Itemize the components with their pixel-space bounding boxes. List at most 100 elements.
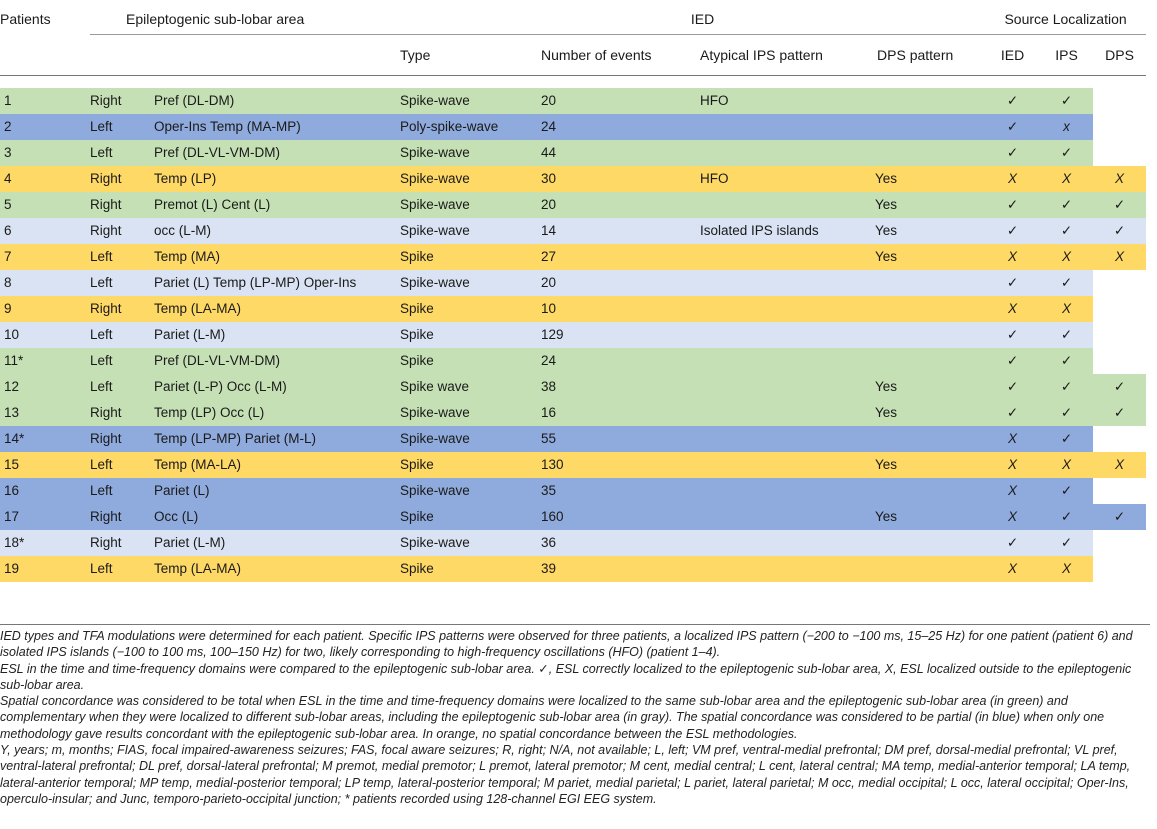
- ied-table: Patients Epileptogenic sub-lobar area IE…: [0, 4, 1147, 582]
- events-cell: 30: [541, 166, 701, 192]
- src-ips-cell: X: [1040, 244, 1094, 270]
- area-cell: Temp (MA): [154, 244, 401, 270]
- patient-cell: 14*: [0, 426, 90, 452]
- events-cell: 35: [541, 478, 701, 504]
- dps-pattern-cell: Yes: [875, 218, 986, 244]
- src-ips-cell: x: [1040, 114, 1094, 140]
- area-cell: Pariet (L-M): [154, 322, 401, 348]
- events-cell: 55: [541, 426, 701, 452]
- src-ips-cell: ✓: [1040, 192, 1094, 218]
- src-ips-cell: ✓: [1040, 322, 1094, 348]
- dps-pattern-cell: [875, 296, 986, 322]
- type-cell: Spike: [400, 296, 542, 322]
- dps-pattern-cell: [875, 88, 986, 114]
- header-epileptogenic-area: Epileptogenic sub-lobar area: [90, 4, 401, 35]
- side-cell: Left: [90, 452, 154, 478]
- events-cell: 129: [541, 322, 701, 348]
- src-ied-cell: ✓: [985, 88, 1041, 114]
- header-number-of-events: Number of events: [541, 34, 701, 76]
- src-dps-cell: [1093, 426, 1146, 452]
- type-cell: Spike: [400, 452, 542, 478]
- type-cell: Spike-wave: [400, 478, 542, 504]
- patient-cell: 4: [0, 166, 90, 192]
- src-dps-cell: ✓: [1093, 218, 1147, 244]
- atypical-ips-cell: [700, 192, 876, 218]
- header-row-top: Patients Epileptogenic sub-lobar area IE…: [0, 4, 1147, 35]
- side-cell: Right: [90, 88, 154, 114]
- dps-pattern-cell: Yes: [875, 166, 986, 192]
- patient-cell: 1: [0, 88, 90, 114]
- patient-cell: 8: [0, 270, 90, 296]
- table-row: 9 Right Temp (LA-MA) Spike 10 X X: [0, 296, 1146, 322]
- patient-cell: 5: [0, 192, 90, 218]
- events-cell: 39: [541, 556, 701, 582]
- type-cell: Poly-spike-wave: [400, 114, 542, 140]
- dps-pattern-cell: [875, 322, 986, 348]
- dps-pattern-cell: Yes: [875, 244, 986, 270]
- src-dps-cell: [1093, 556, 1146, 582]
- dps-pattern-cell: Yes: [875, 452, 986, 478]
- caption-paragraph-1: IED types and TFA modulations were deter…: [0, 629, 1133, 660]
- src-dps-cell: [1093, 478, 1146, 504]
- area-cell: Pariet (L) Temp (LP-MP) Oper-Ins: [154, 270, 401, 296]
- src-dps-cell: [1093, 530, 1146, 556]
- src-dps-cell: [1093, 296, 1146, 322]
- patient-cell: 3: [0, 140, 90, 166]
- patient-cell: 13: [0, 400, 90, 426]
- table-row: 12 Left Pariet (L-P) Occ (L-M) Spike wave 38…: [0, 374, 1147, 400]
- table-row: 13 Right Temp (LP) Occ (L) Spike-wave 16 Yes ✓…: [0, 400, 1147, 426]
- side-cell: Left: [90, 270, 154, 296]
- patient-cell: 18*: [0, 530, 90, 556]
- atypical-ips-cell: HFO: [700, 166, 876, 192]
- patient-cell: 17: [0, 504, 90, 530]
- area-cell: Temp (MA-LA): [154, 452, 401, 478]
- header-source-localization: Source Localization: [985, 4, 1147, 35]
- table-row: 14* Right Temp (LP-MP) Pariet (M-L) Spike-w…: [0, 426, 1146, 452]
- area-cell: Pariet (L-P) Occ (L-M): [154, 374, 401, 400]
- atypical-ips-cell: [700, 296, 876, 322]
- events-cell: 24: [541, 348, 701, 374]
- table-row: 4 Right Temp (LP) Spike-wave 30 HFO Yes X X X: [0, 166, 1147, 192]
- type-cell: Spike-wave: [400, 530, 542, 556]
- events-cell: 20: [541, 88, 701, 114]
- area-cell: Pariet (L-M): [154, 530, 401, 556]
- src-dps-cell: ✓: [1093, 400, 1147, 426]
- src-ied-cell: ✓: [985, 322, 1041, 348]
- caption-paragraph-2: ESL in the time and time-frequency domai…: [0, 661, 1132, 692]
- src-ied-cell: ✓: [985, 270, 1041, 296]
- header-atypical-ips: Atypical IPS pattern: [700, 34, 876, 76]
- patient-cell: 10: [0, 322, 90, 348]
- src-ips-cell: ✓: [1040, 504, 1094, 530]
- patient-cell: 16: [0, 478, 90, 504]
- atypical-ips-cell: [700, 426, 876, 452]
- events-cell: 38: [541, 374, 701, 400]
- table-row: 10 Left Pariet (L-M) Spike 129 ✓ ✓: [0, 322, 1146, 348]
- atypical-ips-cell: [700, 140, 876, 166]
- type-cell: Spike-wave: [400, 270, 542, 296]
- atypical-ips-cell: Isolated IPS islands: [700, 218, 876, 244]
- patient-cell: 11*: [0, 348, 90, 374]
- table-row: 7 Left Temp (MA) Spike 27 Yes X X X: [0, 244, 1147, 270]
- src-ied-cell: ✓: [985, 374, 1041, 400]
- type-cell: Spike: [400, 322, 542, 348]
- src-ied-cell: ✓: [985, 530, 1041, 556]
- src-ips-cell: ✓: [1040, 270, 1094, 296]
- src-dps-cell: [1093, 348, 1146, 374]
- side-cell: Left: [90, 114, 154, 140]
- side-cell: Right: [90, 400, 154, 426]
- table-row: 6 Right occ (L-M) Spike-wave 14 Isolated IPS …: [0, 218, 1147, 244]
- area-cell: Temp (LA-MA): [154, 296, 401, 322]
- patient-cell: 9: [0, 296, 90, 322]
- area-cell: Oper-Ins Temp (MA-MP): [154, 114, 401, 140]
- header-src-ips: IPS: [1040, 34, 1094, 76]
- atypical-ips-cell: [700, 322, 876, 348]
- src-dps-cell: ✓: [1093, 192, 1147, 218]
- type-cell: Spike-wave: [400, 88, 542, 114]
- src-ied-cell: X: [985, 166, 1041, 192]
- area-cell: Pariet (L): [154, 478, 401, 504]
- src-ips-cell: X: [1040, 166, 1094, 192]
- table-row: 2 Left Oper-Ins Temp (MA-MP) Poly-spike-wav…: [0, 114, 1146, 140]
- table-row: 5 Right Premot (L) Cent (L) Spike-wave 20 Yes…: [0, 192, 1147, 218]
- dps-pattern-cell: Yes: [875, 504, 986, 530]
- dps-pattern-cell: [875, 270, 986, 296]
